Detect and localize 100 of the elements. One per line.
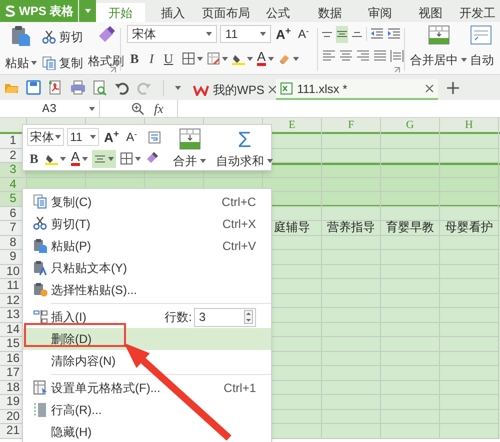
font-name-field[interactable]: 宋体 [27, 128, 64, 146]
format-painter-button[interactable]: 格式刷 [88, 25, 124, 74]
ribbon-tab[interactable]: 插入 [145, 3, 201, 22]
autosum-button[interactable]: 自动 [470, 25, 494, 74]
bold-button[interactable]: B [127, 49, 142, 68]
save-icon[interactable] [26, 80, 42, 96]
align-center-button[interactable] [92, 150, 116, 168]
ribbon-tab[interactable]: 公式 [251, 3, 305, 22]
zoom-icon[interactable] [131, 102, 144, 115]
close-icon[interactable] [268, 85, 278, 94]
document-tab[interactable]: 111.xlsx * [276, 79, 438, 100]
paste-button[interactable]: 粘贴 [5, 25, 37, 74]
caret-icon[interactable] [82, 156, 88, 161]
paste-text-icon [32, 260, 48, 276]
align-right-icon[interactable] [356, 49, 370, 63]
caret-icon[interactable] [206, 32, 212, 36]
caret-icon[interactable] [267, 159, 274, 163]
merge-center-button[interactable]: 合并居中 [410, 25, 467, 74]
caret-icon[interactable] [268, 56, 274, 61]
spin-buttons-icon [244, 310, 253, 324]
caret-icon[interactable] [90, 135, 96, 139]
distribute-icon[interactable] [390, 49, 404, 63]
grow-font-button[interactable]: A$^{+}$ [274, 28, 293, 40]
caret-icon[interactable] [55, 135, 61, 139]
cell-name-box[interactable]: A3 [0, 100, 100, 117]
align-middle-button[interactable] [336, 26, 348, 42]
caret-icon[interactable] [108, 156, 114, 161]
copy-icon [42, 56, 56, 70]
row-count-field[interactable]: 3 [194, 308, 256, 326]
font-size-field[interactable]: 11 [67, 128, 99, 146]
bold-button[interactable]: B [27, 149, 41, 168]
eraser-icon [278, 52, 291, 66]
caret-icon[interactable] [175, 86, 181, 90]
paint-bucket-icon [45, 152, 58, 166]
fill-color-button[interactable] [44, 152, 67, 166]
print-icon[interactable] [70, 80, 86, 96]
menu-item[interactable]: 删除(D) [23, 328, 271, 350]
font-size-field[interactable]: 11 [220, 25, 271, 43]
align-left-icon[interactable] [322, 49, 336, 63]
borders-button[interactable] [118, 152, 142, 166]
paste-icon [32, 238, 48, 254]
table-cell [381, 424, 440, 438]
increase-indent-icon[interactable] [387, 27, 401, 41]
ribbon-tab[interactable]: 审阅 [355, 3, 405, 22]
ribbon-tab[interactable]: 开发工 [456, 3, 499, 22]
dialog-launcher-icon[interactable] [110, 67, 116, 73]
decrease-indent-icon[interactable] [370, 27, 384, 41]
ribbon-tab[interactable]: 视图 [405, 3, 456, 22]
app-menu-dropdown[interactable] [79, 0, 96, 22]
merge-button[interactable]: 合并 [173, 128, 206, 167]
borders-button[interactable] [181, 52, 204, 66]
ribbon-tab[interactable]: 数据 [305, 3, 355, 22]
cell-style-button[interactable] [206, 52, 229, 66]
grow-font-button[interactable]: A$^{+}$ [102, 130, 122, 144]
shrink-font-button[interactable]: A$^{-}$ [124, 131, 140, 143]
print-preview-icon[interactable] [92, 80, 108, 96]
font-color-button[interactable]: A [70, 151, 89, 166]
add-tab-icon[interactable] [447, 82, 459, 94]
row-count-label: 行数: [164, 309, 192, 326]
font-name-field[interactable]: 宋体 [127, 25, 218, 43]
ribbon-tab[interactable]: 开始 [96, 3, 145, 22]
caret-icon[interactable] [197, 56, 203, 61]
paint-bucket-icon [232, 52, 245, 66]
underline-button[interactable]: U [161, 49, 176, 68]
brush-icon[interactable] [144, 152, 158, 166]
align-center-icon[interactable] [339, 49, 353, 63]
clear-format-button[interactable] [276, 52, 300, 66]
font-color-button[interactable]: A [256, 51, 275, 66]
caret-icon[interactable] [247, 56, 253, 61]
caret-icon[interactable] [89, 107, 95, 111]
justify-icon[interactable] [373, 49, 387, 63]
caret-icon[interactable] [31, 61, 37, 65]
wrap-text-icon[interactable] [148, 130, 162, 144]
caret-icon[interactable] [200, 159, 206, 163]
caret-icon[interactable] [461, 58, 467, 62]
document-icon [470, 25, 492, 45]
insert-function-button[interactable]: fx [154, 98, 164, 118]
caret-icon[interactable] [60, 156, 66, 161]
close-icon[interactable] [425, 84, 434, 93]
table-cell [440, 424, 499, 438]
copy-button[interactable]: 复制 [42, 54, 83, 72]
caret-icon[interactable] [260, 32, 266, 36]
grid-icon [182, 52, 195, 66]
italic-button[interactable]: I [144, 49, 159, 68]
ribbon-tab[interactable]: 页面布局 [201, 3, 251, 22]
scissors-icon [42, 30, 56, 44]
shrink-font-button[interactable]: A$^{-}$ [296, 28, 311, 40]
fill-color-button[interactable] [231, 52, 254, 66]
table-pencil-icon [207, 52, 220, 66]
format-cells-icon [32, 380, 48, 396]
align-top-icon [322, 32, 332, 36]
document-tab[interactable]: 我的WPS [189, 79, 273, 100]
caret-icon[interactable] [134, 156, 141, 161]
caret-icon[interactable] [292, 56, 299, 61]
row-height-icon [32, 402, 48, 418]
align-middle-icon [337, 31, 348, 37]
caret-icon[interactable] [222, 56, 228, 61]
dialog-launcher-icon[interactable] [394, 67, 400, 73]
paste-icon [10, 25, 32, 47]
cut-button[interactable]: 剪切 [42, 28, 83, 46]
